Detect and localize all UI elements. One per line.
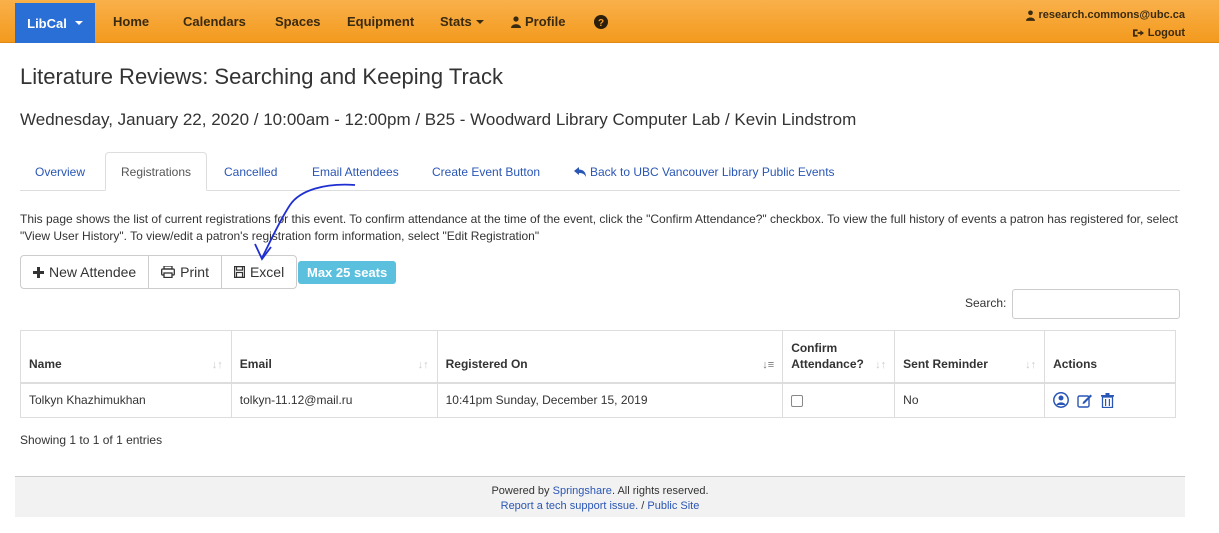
libcal-menu-button[interactable]: LibCal [15,3,95,43]
footer-links-line: Report a tech support issue. / Public Si… [15,499,1185,514]
sort-desc-icon: ↓≡ [762,359,775,371]
col-confirm-label: Confirm Attendance? [791,340,864,371]
sort-icon: ↓↑ [875,359,887,371]
col-header-confirm-attendance[interactable]: Confirm Attendance? ↓↑ [782,330,896,384]
nav-calendars[interactable]: Calendars [183,0,246,43]
tab-overview[interactable]: Overview [20,152,100,191]
tab-create-event-button[interactable]: Create Event Button [417,152,555,191]
tab-registrations[interactable]: Registrations [105,152,208,191]
max-seats-badge: Max 25 seats [298,261,397,284]
nav-stats[interactable]: Stats [440,0,484,43]
tab-email-attendees[interactable]: Email Attendees [297,152,414,191]
nav-stats-label: Stats [440,14,472,29]
col-registered-label: Registered On [445,356,528,371]
cell-sent-reminder: No [894,382,1046,418]
col-header-actions: Actions [1044,330,1176,384]
excel-label: Excel [249,264,285,280]
trash-icon[interactable] [1101,392,1115,408]
col-name-label: Name [29,356,62,371]
user-box: research.commons@ubc.ca Logout [1025,6,1185,42]
tab-cancelled[interactable]: Cancelled [209,152,292,191]
col-email-label: Email [239,356,272,371]
sort-icon: ↓↑ [417,359,429,371]
sort-icon: ↓↑ [1025,359,1037,371]
footer-rights: . All rights reserved. [611,485,709,497]
cell-name: Tolkyn Khazhimukhan [20,382,232,418]
nav-profile-label: Profile [525,14,566,29]
nav-home[interactable]: Home [113,0,149,43]
help-button[interactable]: ? [594,0,608,43]
user-icon [1025,9,1035,21]
new-attendee-label: New Attendee [49,264,137,280]
plus-icon [33,266,44,278]
nav-spaces[interactable]: Spaces [275,0,321,43]
public-site-link[interactable]: Public Site [647,500,699,512]
nav-equipment[interactable]: Equipment [347,0,414,43]
top-navbar: LibCal Home Calendars Spaces Equipment S… [0,0,1219,43]
tech-support-link[interactable]: Report a tech support issue. [501,500,639,512]
cell-actions [1044,382,1176,418]
col-header-name[interactable]: Name ↓↑ [20,330,232,384]
page-title: Literature Reviews: Searching and Keepin… [20,64,504,89]
footer-powered-prefix: Powered by [491,485,550,497]
tab-bar: Overview Registrations Cancelled Email A… [20,152,1180,191]
col-actions-label: Actions [1053,356,1098,371]
print-label: Print [180,264,209,280]
print-button[interactable]: Print [148,255,222,289]
cell-confirm-attendance [782,382,896,418]
springshare-link[interactable]: Springshare [553,485,612,497]
search-label: Search: [965,296,1007,310]
new-attendee-button[interactable]: New Attendee [20,255,150,289]
footer-powered-line: Powered by Springshare. All rights reser… [15,484,1185,499]
table-row: Tolkyn Khazhimukhan tolkyn-11.12@mail.ru… [20,382,1176,418]
chevron-down-icon [74,21,83,25]
footer-separator: / [638,500,648,512]
brand-label: LibCal [27,15,67,31]
user-account[interactable]: research.commons@ubc.ca [1025,6,1185,24]
user-icon [511,15,521,28]
logout-label: Logout [1147,27,1185,39]
cell-registered-on: 10:41pm Sunday, December 15, 2019 [436,382,784,418]
print-icon [161,266,176,278]
toolbar-button-group: New Attendee Print Excel [20,255,298,289]
table-header-row: Name ↓↑ Email ↓↑ Registered On ↓≡ Confirm A… [20,330,1176,384]
tab-back-label: Back to UBC Vancouver Library Public Eve… [590,164,835,179]
confirm-attendance-checkbox[interactable] [791,395,804,408]
cell-email: tolkyn-11.12@mail.ru [230,382,438,418]
footer: Powered by Springshare. All rights reser… [15,476,1185,517]
table-info: Showing 1 to 1 of 1 entries [20,433,163,447]
nav-profile[interactable]: Profile [511,0,565,43]
tab-back-to-public-events[interactable]: Back to UBC Vancouver Library Public Eve… [559,152,850,191]
row-actions [1053,392,1167,409]
edit-registration-icon[interactable] [1077,393,1093,408]
registrations-table: Name ↓↑ Email ↓↑ Registered On ↓≡ Confirm A… [20,330,1176,418]
excel-button[interactable]: Excel [220,255,298,289]
event-subtitle: Wednesday, January 22, 2020 / 10:00am - … [20,110,857,129]
sort-icon: ↓↑ [211,359,223,371]
logout-link[interactable]: Logout [1026,24,1185,42]
save-icon [233,266,245,278]
user-email: research.commons@ubc.ca [1038,9,1185,21]
col-reminder-label: Sent Reminder [903,356,988,371]
col-header-sent-reminder[interactable]: Sent Reminder ↓↑ [894,330,1046,384]
chevron-down-icon [475,19,484,24]
info-text: This page shows the list of current regi… [20,212,1179,243]
view-user-history-icon[interactable] [1053,392,1070,409]
reply-arrow-icon [574,166,586,177]
sign-out-icon [1132,29,1144,37]
question-circle-icon: ? [594,14,608,29]
col-header-email[interactable]: Email ↓↑ [230,330,438,384]
search-input[interactable] [1012,289,1180,319]
col-header-registered-on[interactable]: Registered On ↓≡ [436,330,784,384]
svg-text:?: ? [598,18,604,29]
